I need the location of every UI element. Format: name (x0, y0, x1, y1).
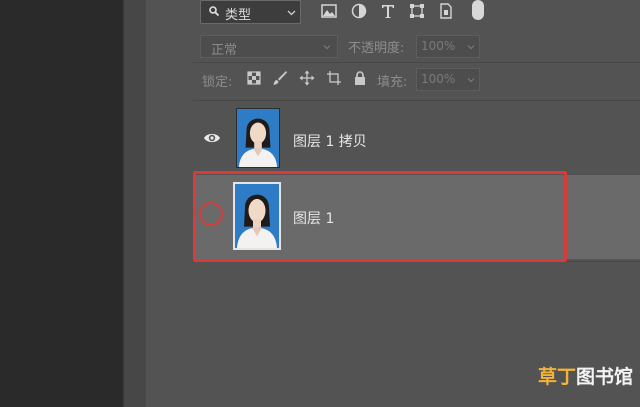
chevron-down-icon (467, 45, 475, 50)
watermark-part-1: 草丁 (538, 366, 577, 388)
smart-object-filter-icon[interactable] (437, 2, 455, 20)
fill-label: 填充: (377, 75, 408, 90)
fill-field[interactable]: 100% (416, 68, 480, 91)
shape-layer-filter-icon[interactable] (408, 2, 426, 20)
eye-icon (204, 133, 220, 143)
watermark-part-2: 图书馆 (576, 366, 634, 388)
divider (193, 100, 640, 101)
visibility-circle-annotation (199, 202, 223, 226)
blend-mode-value: 正常 (211, 43, 238, 58)
chevron-down-icon (467, 78, 475, 83)
lock-label: 锁定: (202, 75, 233, 90)
lock-position-icon[interactable] (299, 70, 315, 86)
chevron-down-icon (287, 10, 296, 16)
portrait-photo-image (237, 109, 279, 167)
layer-name: 图层 1 拷贝 (293, 134, 367, 150)
lock-all-icon[interactable] (352, 70, 368, 86)
type-layer-filter-icon[interactable] (379, 2, 397, 20)
filter-toggle-switch[interactable] (472, 0, 484, 20)
lock-artboard-icon[interactable] (326, 70, 342, 86)
highlight-annotation (193, 171, 567, 262)
layer-filter-select[interactable]: 类型 (200, 0, 301, 24)
layer-row[interactable]: 图层 1 拷贝 (193, 104, 640, 174)
opacity-value: 100% (421, 39, 456, 53)
fill-value: 100% (421, 72, 456, 86)
blend-mode-select[interactable]: 正常 (200, 35, 338, 58)
divider (193, 62, 640, 63)
lock-transparent-pixels-icon[interactable] (246, 70, 262, 86)
pixel-layer-filter-icon[interactable] (320, 2, 338, 20)
watermark: 草丁图书馆 (538, 362, 633, 389)
visibility-toggle[interactable] (193, 104, 229, 174)
chevron-down-icon (323, 45, 331, 50)
panel-scroll-edge (123, 0, 147, 407)
search-icon (209, 6, 219, 16)
lock-image-pixels-icon[interactable] (272, 70, 288, 86)
canvas-area (0, 0, 123, 407)
adjustment-layer-filter-icon[interactable] (350, 2, 368, 20)
layer-thumbnail (236, 108, 280, 168)
opacity-field[interactable]: 100% (416, 35, 480, 58)
filter-kind-label: 类型 (225, 8, 252, 23)
opacity-label: 不透明度: (348, 41, 405, 56)
